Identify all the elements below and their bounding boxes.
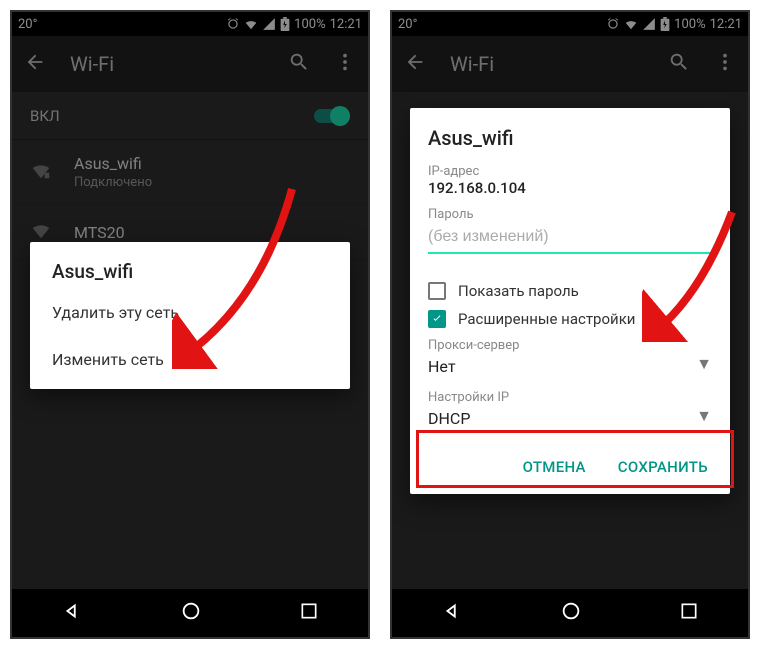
advanced-options-checkbox[interactable] — [428, 310, 446, 328]
show-password-label: Показать пароль — [458, 282, 579, 300]
nav-back-button[interactable] — [441, 600, 463, 626]
advanced-options-row[interactable]: Расширенные настройки — [428, 310, 712, 328]
ip-settings-select[interactable]: Настройки IP DHCP ▼ — [428, 390, 712, 432]
advanced-options-label: Расширенные настройки — [458, 310, 635, 328]
dropdown-caret-icon: ▼ — [696, 354, 712, 374]
menu-item-forget-network[interactable]: Удалить эту сеть — [30, 289, 350, 336]
phone-right: 20° 100% 12:21 Wi-Fi Asus_wifi IP-адрес … — [390, 10, 750, 639]
nav-recents-button[interactable] — [299, 601, 319, 625]
ip-settings-value: DHCP — [428, 405, 712, 432]
password-label: Пароль — [428, 207, 712, 222]
phone-left: 20° 100% 12:21 Wi-Fi ВКЛ Asus_wifi Под — [10, 10, 370, 639]
context-menu-title: Asus_wifi — [30, 242, 350, 289]
nav-home-button[interactable] — [180, 600, 202, 626]
ip-address-label: IP-адрес — [428, 164, 712, 179]
nav-bar — [392, 589, 748, 637]
edit-network-dialog: Asus_wifi IP-адрес 192.168.0.104 Пароль … — [410, 108, 730, 494]
dialog-actions: ОТМЕНА СОХРАНИТЬ — [428, 450, 712, 484]
dialog-title: Asus_wifi — [428, 126, 712, 150]
nav-home-button[interactable] — [560, 600, 582, 626]
ip-settings-label: Настройки IP — [428, 390, 712, 405]
save-button[interactable]: СОХРАНИТЬ — [614, 450, 712, 484]
network-context-menu: Asus_wifi Удалить эту сеть Изменить сеть — [30, 242, 350, 389]
show-password-checkbox[interactable] — [428, 282, 446, 300]
menu-item-modify-network[interactable]: Изменить сеть — [30, 336, 350, 383]
proxy-label: Прокси-сервер — [428, 338, 712, 353]
proxy-value: Нет — [428, 353, 712, 380]
proxy-select[interactable]: Прокси-сервер Нет ▼ — [428, 338, 712, 380]
ip-address-value: 192.168.0.104 — [428, 179, 712, 197]
nav-recents-button[interactable] — [679, 601, 699, 625]
nav-bar — [12, 589, 368, 637]
dropdown-caret-icon: ▼ — [696, 406, 712, 426]
password-input[interactable] — [428, 222, 712, 254]
show-password-row[interactable]: Показать пароль — [428, 282, 712, 300]
nav-back-button[interactable] — [61, 600, 83, 626]
cancel-button[interactable]: ОТМЕНА — [519, 450, 590, 484]
